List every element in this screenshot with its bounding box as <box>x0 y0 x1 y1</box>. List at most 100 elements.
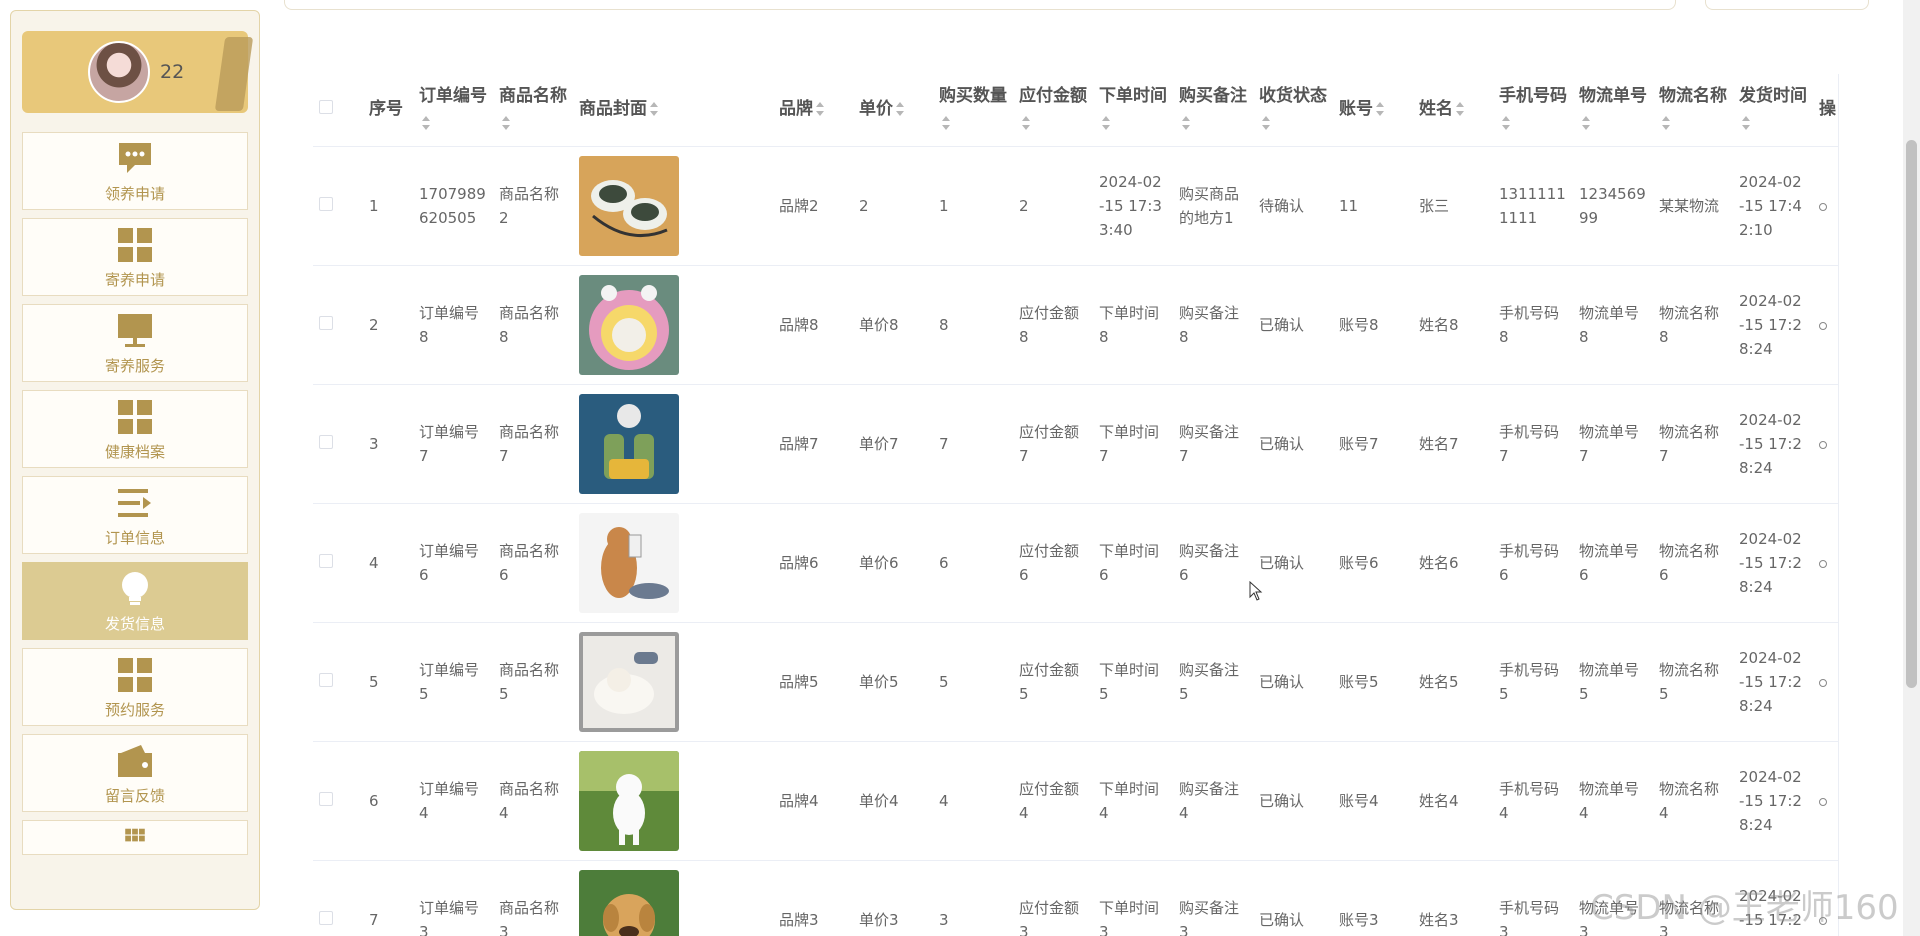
menu-item-shipping-info[interactable]: 发货信息 <box>22 562 248 640</box>
cell-operation[interactable] <box>1813 622 1838 742</box>
apps-icon <box>125 828 145 842</box>
sort-icon[interactable] <box>1581 115 1591 130</box>
menu-item-foster-apply[interactable]: 寄养申请 <box>22 218 248 296</box>
cell-operation[interactable] <box>1813 146 1838 266</box>
sort-icon[interactable] <box>1501 115 1511 130</box>
sort-icon[interactable] <box>1375 102 1385 117</box>
sort-icon[interactable] <box>1661 115 1671 130</box>
menu-item-more[interactable] <box>22 820 248 855</box>
cell-cover[interactable] <box>573 384 773 504</box>
select-all-cell[interactable] <box>313 74 363 147</box>
row-checkbox[interactable] <box>319 196 333 211</box>
column-header[interactable]: 物流单号 <box>1573 74 1653 147</box>
operation-icon[interactable] <box>1819 559 1827 568</box>
dog-grooming-image[interactable] <box>579 512 767 613</box>
row-select-cell[interactable] <box>313 146 363 266</box>
cell-cover[interactable] <box>573 146 773 266</box>
menu-item-appointment[interactable]: 预约服务 <box>22 648 248 726</box>
column-header[interactable]: 发货时间 <box>1733 74 1813 147</box>
table-row[interactable]: 6 订单编号4 商品名称4 品牌4 单价4 4 应付金额4 下单时间4 购买备注4 已确认 账号4 姓… <box>313 741 1838 861</box>
menu-item-health-records[interactable]: 健康档案 <box>22 390 248 468</box>
scrollbar-thumb[interactable] <box>1906 140 1917 688</box>
sort-icon[interactable] <box>941 115 951 130</box>
menu-item-foster-service[interactable]: 寄养服务 <box>22 304 248 382</box>
operation-icon[interactable] <box>1819 321 1827 330</box>
sort-icon[interactable] <box>1021 115 1031 130</box>
column-header[interactable]: 应付金额 <box>1013 74 1093 147</box>
sort-icon[interactable] <box>1181 115 1191 130</box>
pet-bed-image[interactable] <box>579 274 767 375</box>
cell-logistics: 物流名称7 <box>1653 384 1733 504</box>
sort-icon[interactable] <box>1455 102 1465 117</box>
cell-operation[interactable] <box>1813 384 1838 504</box>
cell-idx: 2 <box>363 265 413 385</box>
sort-icon[interactable] <box>1261 115 1271 130</box>
column-header[interactable]: 单价 <box>853 74 933 147</box>
menu-item-order-info[interactable]: 订单信息 <box>22 476 248 554</box>
table-row[interactable]: 4 订单编号6 商品名称6 品牌6 单价6 6 应付金额6 下单时间6 购买备注6 已确认 账号6 姓… <box>313 503 1838 623</box>
cell-cover[interactable] <box>573 860 773 936</box>
row-select-cell[interactable] <box>313 503 363 623</box>
avatar[interactable] <box>88 41 150 103</box>
table-row[interactable]: 3 订单编号7 商品名称7 品牌7 单价7 7 应付金额7 下单时间7 购买备注7 已确认 账号7 姓… <box>313 384 1838 504</box>
golden-dog-image[interactable] <box>579 869 767 936</box>
row-select-cell[interactable] <box>313 265 363 385</box>
column-header[interactable]: 商品名称 <box>493 74 573 147</box>
feeder-image[interactable] <box>579 393 767 494</box>
column-header[interactable]: 姓名 <box>1413 74 1493 147</box>
sort-icon[interactable] <box>501 115 511 130</box>
row-select-cell[interactable] <box>313 860 363 936</box>
row-checkbox[interactable] <box>319 910 333 925</box>
column-header[interactable]: 收货状态 <box>1253 74 1333 147</box>
cell-price: 单价4 <box>853 741 933 861</box>
sort-icon[interactable] <box>1101 115 1111 130</box>
user-card[interactable]: 22 <box>22 31 254 113</box>
column-header[interactable]: 商品封面 <box>573 74 773 147</box>
column-header[interactable]: 物流名称 <box>1653 74 1733 147</box>
select-all-checkbox[interactable] <box>319 100 333 115</box>
poodle-image[interactable] <box>579 750 767 851</box>
cell-cover[interactable] <box>573 503 773 623</box>
cell-cover[interactable] <box>573 265 773 385</box>
row-checkbox[interactable] <box>319 791 333 806</box>
page-scrollbar[interactable] <box>1903 0 1920 936</box>
row-checkbox[interactable] <box>319 315 333 330</box>
shipping-table: 序号 订单编号 商品名称 商品封面 品牌 单价 购买数量 应付金额 下单时间 购… <box>313 74 1838 936</box>
row-checkbox[interactable] <box>319 553 333 568</box>
operation-icon[interactable] <box>1819 202 1827 211</box>
column-header[interactable]: 购买数量 <box>933 74 1013 147</box>
table-row[interactable]: 2 订单编号8 商品名称8 品牌8 单价8 8 应付金额8 下单时间8 购买备注8 已确认 账号8 姓… <box>313 265 1838 385</box>
bowl-image[interactable] <box>579 155 767 256</box>
sort-icon[interactable] <box>649 102 659 117</box>
cell-cover[interactable] <box>573 741 773 861</box>
cell-cover[interactable] <box>573 622 773 742</box>
column-header[interactable]: 订单编号 <box>413 74 493 147</box>
table-row[interactable]: 1 1707989620505 商品名称2 品牌2 2 1 2 2024-02-15 17:3… <box>313 146 1838 266</box>
row-checkbox[interactable] <box>319 434 333 449</box>
cell-operation[interactable] <box>1813 503 1838 623</box>
sort-icon[interactable] <box>421 115 431 130</box>
row-checkbox[interactable] <box>319 672 333 687</box>
cell-ship_time: 2024-02-15 17:28:24 <box>1733 265 1813 385</box>
row-select-cell[interactable] <box>313 384 363 504</box>
column-header[interactable]: 购买备注 <box>1173 74 1253 147</box>
table-row[interactable]: 5 订单编号5 商品名称5 品牌5 单价5 5 应付金额5 下单时间5 购买备注5 已确认 账号5 姓… <box>313 622 1838 742</box>
row-select-cell[interactable] <box>313 622 363 742</box>
menu-item-feedback[interactable]: 留言反馈 <box>22 734 248 812</box>
column-header[interactable]: 下单时间 <box>1093 74 1173 147</box>
operation-icon[interactable] <box>1819 440 1827 449</box>
column-header[interactable]: 账号 <box>1333 74 1413 147</box>
row-select-cell[interactable] <box>313 741 363 861</box>
sort-icon[interactable] <box>895 102 905 117</box>
column-header[interactable]: 品牌 <box>773 74 853 147</box>
operation-icon[interactable] <box>1819 797 1827 806</box>
cell-operation[interactable] <box>1813 741 1838 861</box>
cat-brush-image[interactable] <box>579 631 767 732</box>
cell-qty: 5 <box>933 622 1013 742</box>
menu-item-adoption-apply[interactable]: 领养申请 <box>22 132 248 210</box>
sort-icon[interactable] <box>1741 115 1751 130</box>
column-header[interactable]: 手机号码 <box>1493 74 1573 147</box>
sort-icon[interactable] <box>815 102 825 117</box>
cell-operation[interactable] <box>1813 265 1838 385</box>
operation-icon[interactable] <box>1819 678 1827 687</box>
